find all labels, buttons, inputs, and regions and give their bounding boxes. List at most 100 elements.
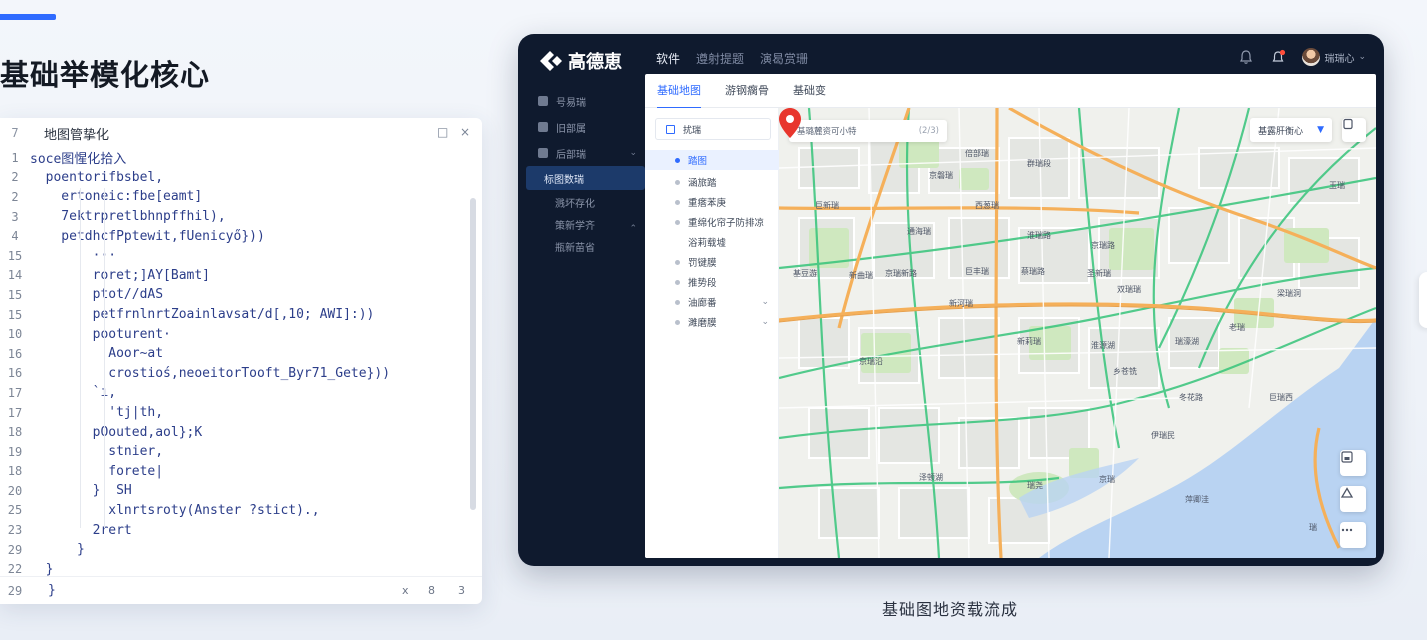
code-line: 15 ptot//dAS <box>0 285 482 305</box>
map-place-label: 乡苍铣 <box>1113 367 1137 376</box>
chevron-down-icon: ⌄ <box>629 148 637 158</box>
map-save-button[interactable] <box>1340 450 1366 476</box>
figure-caption: 基础图地资载流成 <box>882 600 1019 619</box>
code-editor-header: 7 地图管挚化 □ × <box>0 118 482 148</box>
close-button[interactable]: × <box>460 125 470 139</box>
sidebar-item-7[interactable]: 瓶新苗省 <box>518 234 645 258</box>
line-number: 16 <box>7 366 23 381</box>
map-place-label: 泽顿湖 <box>919 473 943 482</box>
map-app-window: 高德恵 软件 遵射提题 演曷赏珊 瑞瑞心 ⌄ 号易瑞 旧部属 后部瑞 ⌄ 标图数… <box>518 34 1384 566</box>
map-place-label: 瑞 <box>1309 523 1317 532</box>
code-line: 2 ertoneic:fbe[eamt] <box>0 187 482 207</box>
footer-button-3[interactable]: 3 <box>458 584 465 597</box>
line-number: 15 <box>7 307 23 322</box>
code-body[interactable]: 1 soce图惺化拾入 2 poentorifbsbel, 2 ertoneic:fb… <box>0 148 482 577</box>
layer-bullet-icon <box>675 219 680 225</box>
code-line-text: soce图惺化拾入 <box>30 152 127 168</box>
code-line: 23 2rert <box>0 520 482 540</box>
sidebar-item-2[interactable]: 旧部属 <box>518 115 645 139</box>
line-number: 18 <box>7 464 23 479</box>
layer-bullet-icon <box>675 199 680 205</box>
map-place-label: 京瑞 <box>1099 475 1115 484</box>
maximize-button[interactable]: □ <box>437 125 448 139</box>
line-number: 4 <box>11 229 19 244</box>
code-line: 3 7ektrpretlbhnpffhil), <box>0 207 482 227</box>
tab-3[interactable]: 基础变 <box>793 74 826 108</box>
sidebar-item-1[interactable]: 号易瑞 <box>518 89 645 113</box>
code-line-text: stnier, <box>30 444 164 460</box>
save-icon <box>1341 451 1353 463</box>
top-nav-item-software[interactable]: 软件 <box>656 50 680 67</box>
code-line: 17 `ı, <box>0 383 482 403</box>
line-number: 18 <box>7 425 23 440</box>
tab-base-map[interactable]: 基础地图 <box>657 74 701 109</box>
sidebar-item-6[interactable]: 策新学齐 ⌃ <box>518 212 645 236</box>
code-line: 1 soce图惺化拾入 <box>0 148 482 168</box>
layer-item[interactable]: 重瘩苯庚 <box>645 192 779 212</box>
map-view[interactable]: 基璐麓资可小特 (2/3) 基露肝衡心 ▼ 倍部瑞 群瑞段 京磐瑞 巨新瑞 西葱… <box>779 108 1376 558</box>
code-line-text: } <box>30 542 85 558</box>
map-place-label: 伊瑞民 <box>1151 431 1175 440</box>
map-place-label: 梁瑞洞 <box>1277 289 1301 298</box>
line-number: 19 <box>7 444 23 459</box>
sidebar-item-label: 旧部属 <box>556 123 586 135</box>
layer-bullet-icon <box>675 299 680 305</box>
layer-bullet-icon <box>675 157 680 163</box>
layer-item[interactable]: 罚键膜 <box>645 252 779 272</box>
code-line: 29 } <box>0 540 482 560</box>
location-pin-icon[interactable] <box>779 108 801 138</box>
notification-bell-icon[interactable] <box>1270 49 1286 65</box>
code-line: 18 forete| <box>0 462 482 482</box>
logo[interactable]: 高德恵 <box>540 48 622 74</box>
map-more-button[interactable] <box>1340 522 1366 548</box>
user-menu[interactable]: 瑞瑞心 ⌄ <box>1302 48 1366 66</box>
sidebar-item-5[interactable]: 溅坏存化 <box>518 190 645 214</box>
map-place-label: 新曲瑞 <box>849 271 873 280</box>
footer-button-x[interactable]: x <box>402 584 409 597</box>
code-line: 25 xlnrtsroty(Anster ?stict)., <box>0 501 482 521</box>
chevron-up-icon: ⌃ <box>629 224 637 234</box>
layer-item[interactable]: 推势段 <box>645 272 779 292</box>
map-place-label: 西葱瑞 <box>975 201 999 210</box>
layers-icon <box>666 124 675 134</box>
layer-bullet-icon <box>675 319 680 325</box>
sidebar-item-label: 后部瑞 <box>556 149 586 161</box>
top-right-actions: 瑞瑞心 ⌄ <box>1238 48 1366 66</box>
main-content: 基础地图 游钢瘸骨 基础变 扰瑞 踏图 涵旅踏 重瘩苯庚 重绵化帘子防排凉 浴莉载墟 罚键… <box>645 74 1376 558</box>
map-search-box[interactable]: 基璐麓资可小特 (2/3) <box>789 120 947 142</box>
layer-item[interactable]: 浴莉载墟 <box>645 232 779 252</box>
sidebar-item-3[interactable]: 后部瑞 ⌄ <box>518 141 645 165</box>
line-number: 17 <box>7 385 23 400</box>
map-place-label: 蔡瑞路 <box>1021 267 1045 276</box>
layer-item[interactable]: 濉磨膜 ⌄ <box>645 312 779 332</box>
map-terrain-button[interactable] <box>1340 486 1366 512</box>
line-number: 25 <box>7 503 23 518</box>
sidebar-item-label: 策新学齐 <box>555 220 595 232</box>
layer-item[interactable]: 油廊番 ⌄ <box>645 292 779 312</box>
top-nav-item-3[interactable]: 演曷赏珊 <box>760 50 808 67</box>
layer-item[interactable]: 涵旅踏 <box>645 172 779 192</box>
layer-item[interactable]: 踏图 <box>645 150 779 170</box>
indent-guide <box>104 188 105 528</box>
map-canvas[interactable] <box>779 108 1376 558</box>
accent-bar <box>0 14 56 20</box>
layer-panel: 扰瑞 踏图 涵旅踏 重瘩苯庚 重绵化帘子防排凉 浴莉载墟 罚键膜 推势段 油廊番 ⌄ 濉磨膜 ⌄ <box>645 108 779 558</box>
code-line-text: ertoneic:fbe[eamt] <box>30 189 203 205</box>
footer-button-8[interactable]: 8 <box>428 584 435 597</box>
next-slide-handle[interactable] <box>1419 272 1427 328</box>
layer-panel-header[interactable]: 扰瑞 <box>655 118 771 140</box>
map-copy-button[interactable] <box>1342 118 1366 142</box>
line-number: 16 <box>7 346 23 361</box>
top-nav-item-2[interactable]: 遵射提题 <box>696 50 744 67</box>
code-scrollbar[interactable] <box>470 198 476 510</box>
bell-outline-icon[interactable] <box>1238 49 1254 65</box>
code-line: 17 'tj|th, <box>0 403 482 423</box>
tab-2[interactable]: 游钢瘸骨 <box>725 74 769 108</box>
map-place-label: 瑞濠湖 <box>1175 337 1199 346</box>
logo-text: 高德恵 <box>568 52 622 73</box>
map-layer-select[interactable]: 基露肝衡心 ▼ <box>1250 118 1332 142</box>
sidebar-item-map-data[interactable]: 标图数瑞 <box>526 166 645 190</box>
layer-item[interactable]: 重绵化帘子防排凉 <box>645 212 779 232</box>
line-number: 2 <box>11 170 19 185</box>
line-number: 15 <box>7 287 23 302</box>
